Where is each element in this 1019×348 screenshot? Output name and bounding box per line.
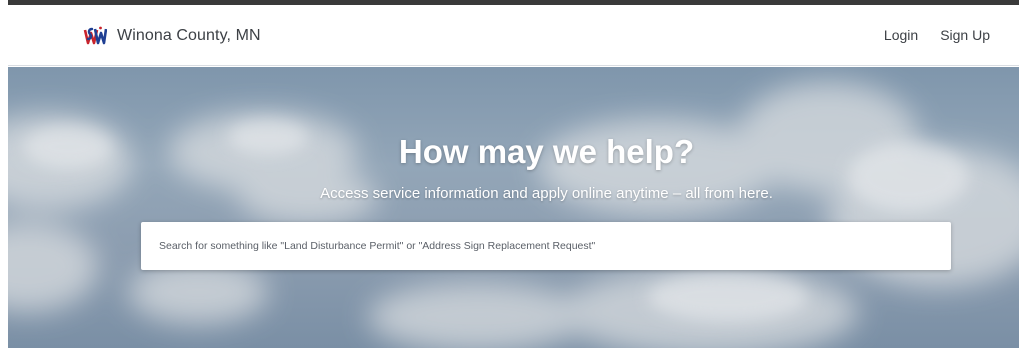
brand-name: Winona County, MN	[117, 27, 261, 44]
winona-county-seal-icon	[83, 24, 108, 48]
service-search-input[interactable]	[141, 222, 951, 270]
sign-up-link[interactable]: Sign Up	[940, 27, 990, 43]
hero-title: How may we help?	[398, 133, 695, 170]
login-link[interactable]: Login	[884, 27, 918, 43]
hero-subtitle: Access service information and apply onl…	[320, 185, 773, 202]
sky-clouds-background	[8, 82, 1019, 348]
navbar: Winona County, MN Login Sign Up	[8, 5, 1019, 66]
page: Winona County, MN Login Sign Up How may …	[0, 0, 1019, 348]
account-nav: Login Sign Up	[884, 27, 990, 43]
hero-banner: How may we help? Access service informat…	[8, 67, 1019, 348]
brand-home-link[interactable]: Winona County, MN	[83, 24, 261, 48]
